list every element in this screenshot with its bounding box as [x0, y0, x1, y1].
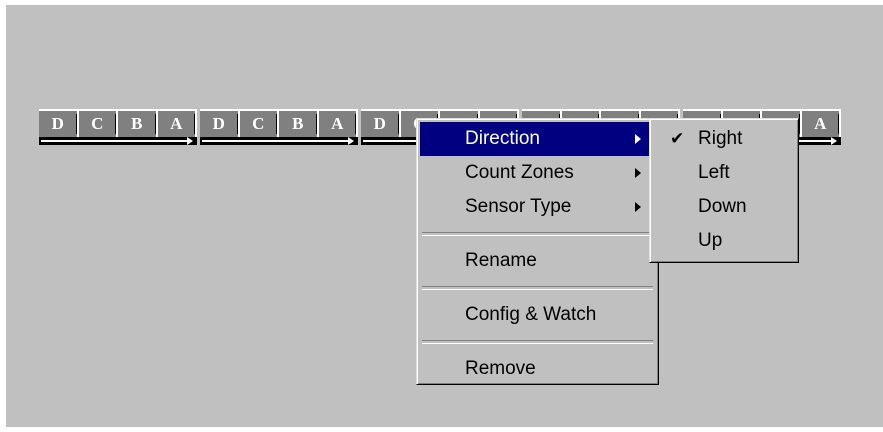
menu-item-direction[interactable]: Direction: [420, 122, 655, 156]
menu-item-rename[interactable]: Rename: [420, 244, 655, 278]
menu-item-config-watch[interactable]: Config & Watch: [420, 298, 655, 332]
submenu-item-down[interactable]: Down: [653, 190, 795, 224]
menu-separator: [422, 232, 653, 236]
submenu-arrow-icon: [635, 202, 641, 212]
submenu-item-label: Up: [698, 230, 723, 251]
checkmark-icon: ✔: [670, 129, 685, 148]
submenu-item-right[interactable]: ✔ Right: [653, 122, 795, 156]
zone-cell[interactable]: C: [240, 111, 279, 137]
submenu-item-label: Left: [698, 162, 730, 183]
submenu-item-up[interactable]: Up: [653, 224, 795, 258]
submenu-item-label: Right: [698, 128, 743, 149]
zone-cell[interactable]: B: [118, 111, 158, 137]
direction-arrow-icon: [39, 137, 197, 145]
sensor-zones: D C B A: [200, 109, 358, 137]
zone-cell[interactable]: D: [361, 111, 401, 137]
menu-item-remove[interactable]: Remove: [420, 352, 655, 386]
zone-cell[interactable]: A: [158, 111, 197, 137]
menu-item-label: Remove: [465, 358, 536, 379]
zone-cell[interactable]: A: [802, 111, 841, 137]
submenu-item-left[interactable]: Left: [653, 156, 795, 190]
menu-separator: [422, 340, 653, 344]
sensor-block[interactable]: D C B A: [200, 109, 358, 145]
zone-cell[interactable]: A: [319, 111, 358, 137]
menu-item-label: Direction: [465, 128, 540, 149]
menu-item-sensor-type[interactable]: Sensor Type: [420, 190, 655, 224]
menu-item-label: Count Zones: [465, 162, 574, 183]
zone-cell[interactable]: D: [200, 111, 240, 137]
submenu-arrow-icon: [635, 134, 641, 144]
direction-arrow-icon: [200, 137, 358, 145]
context-menu: Direction Count Zones Sensor Type Rename…: [416, 118, 659, 385]
menu-item-label: Config & Watch: [465, 304, 597, 325]
zone-cell[interactable]: B: [279, 111, 319, 137]
submenu-arrow-icon: [635, 168, 641, 178]
zone-cell[interactable]: D: [39, 111, 79, 137]
sensor-block[interactable]: D C B A: [39, 109, 197, 145]
menu-separator: [422, 286, 653, 290]
menu-item-label: Sensor Type: [465, 196, 572, 217]
submenu-item-label: Down: [698, 196, 747, 217]
direction-submenu: ✔ Right Left Down Up: [649, 118, 799, 263]
sensor-zones: D C B A: [39, 109, 197, 137]
zone-cell[interactable]: C: [79, 111, 118, 137]
menu-item-label: Rename: [465, 250, 537, 271]
menu-item-count-zones[interactable]: Count Zones: [420, 156, 655, 190]
